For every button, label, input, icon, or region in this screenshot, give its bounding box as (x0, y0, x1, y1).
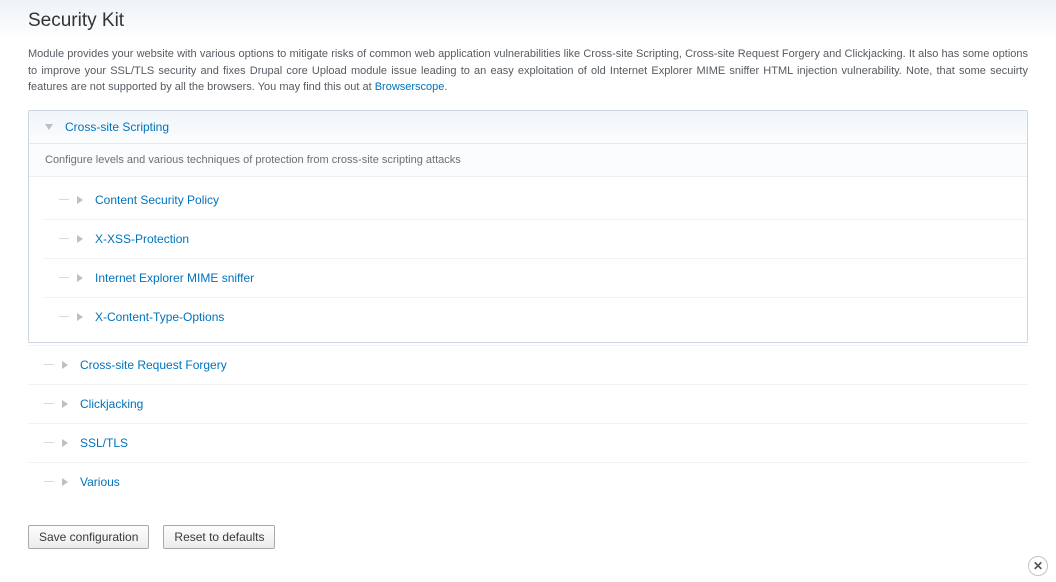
module-description: Module provides your website with variou… (0, 38, 1056, 110)
tree-dash-icon (59, 277, 69, 278)
fieldset-item-x-xss-protection[interactable]: X-XSS-Protection (43, 219, 1027, 258)
fieldset-xss-title: Cross-site Scripting (65, 120, 169, 134)
chevron-right-icon (62, 439, 68, 447)
fieldset-item-label: Internet Explorer MIME sniffer (95, 271, 254, 285)
browserscope-link[interactable]: Browserscope (375, 81, 445, 93)
fieldset-item-label: X-XSS-Protection (95, 232, 189, 246)
chevron-right-icon (77, 196, 83, 204)
chevron-right-icon (77, 274, 83, 282)
description-text: Module provides your website with variou… (28, 48, 1028, 93)
chevron-right-icon (77, 235, 83, 243)
tree-dash-icon (59, 238, 69, 239)
fieldset-xss-header[interactable]: Cross-site Scripting (29, 111, 1027, 144)
fieldset-item-ie-mime-sniffer[interactable]: Internet Explorer MIME sniffer (43, 258, 1027, 297)
fieldset-item-label: SSL/TLS (80, 436, 128, 450)
fieldset-item-ssl-tls[interactable]: SSL/TLS (28, 423, 1028, 462)
chevron-right-icon (77, 313, 83, 321)
tree-dash-icon (44, 364, 54, 365)
fieldset-item-label: Various (80, 475, 120, 489)
form-actions: Save configuration Reset to defaults (0, 519, 1056, 549)
fieldset-xss-description: Configure levels and various techniques … (29, 144, 1027, 177)
chevron-right-icon (62, 361, 68, 369)
fieldset-item-clickjacking[interactable]: Clickjacking (28, 384, 1028, 423)
page-header: Security Kit (0, 0, 1056, 38)
fieldset-item-label: Cross-site Request Forgery (80, 358, 227, 372)
reset-to-defaults-button[interactable]: Reset to defaults (163, 525, 275, 549)
tree-dash-icon (44, 442, 54, 443)
fieldset-xss-items: Content Security Policy X-XSS-Protection… (29, 177, 1027, 342)
tree-dash-icon (44, 403, 54, 404)
chevron-right-icon (62, 400, 68, 408)
chevron-down-icon (45, 124, 53, 130)
tree-dash-icon (59, 199, 69, 200)
description-tail: . (444, 81, 447, 93)
fieldset-item-csrf[interactable]: Cross-site Request Forgery (28, 345, 1028, 384)
tree-dash-icon (44, 481, 54, 482)
fieldsets-container: Cross-site Scripting Configure levels an… (0, 110, 1056, 519)
page-title: Security Kit (28, 10, 1028, 32)
close-icon: ✕ (1033, 559, 1043, 573)
tree-dash-icon (59, 316, 69, 317)
save-configuration-button[interactable]: Save configuration (28, 525, 149, 549)
fieldset-item-various[interactable]: Various (28, 462, 1028, 501)
fieldset-item-label: Clickjacking (80, 397, 143, 411)
fieldset-cross-site-scripting: Cross-site Scripting Configure levels an… (28, 110, 1028, 343)
chevron-right-icon (62, 478, 68, 486)
fieldset-item-label: X-Content-Type-Options (95, 310, 224, 324)
close-overlay-button[interactable]: ✕ (1028, 556, 1048, 576)
fieldset-item-label: Content Security Policy (95, 193, 219, 207)
fieldset-item-content-security-policy[interactable]: Content Security Policy (43, 181, 1027, 219)
fieldset-item-x-content-type-options[interactable]: X-Content-Type-Options (43, 297, 1027, 336)
